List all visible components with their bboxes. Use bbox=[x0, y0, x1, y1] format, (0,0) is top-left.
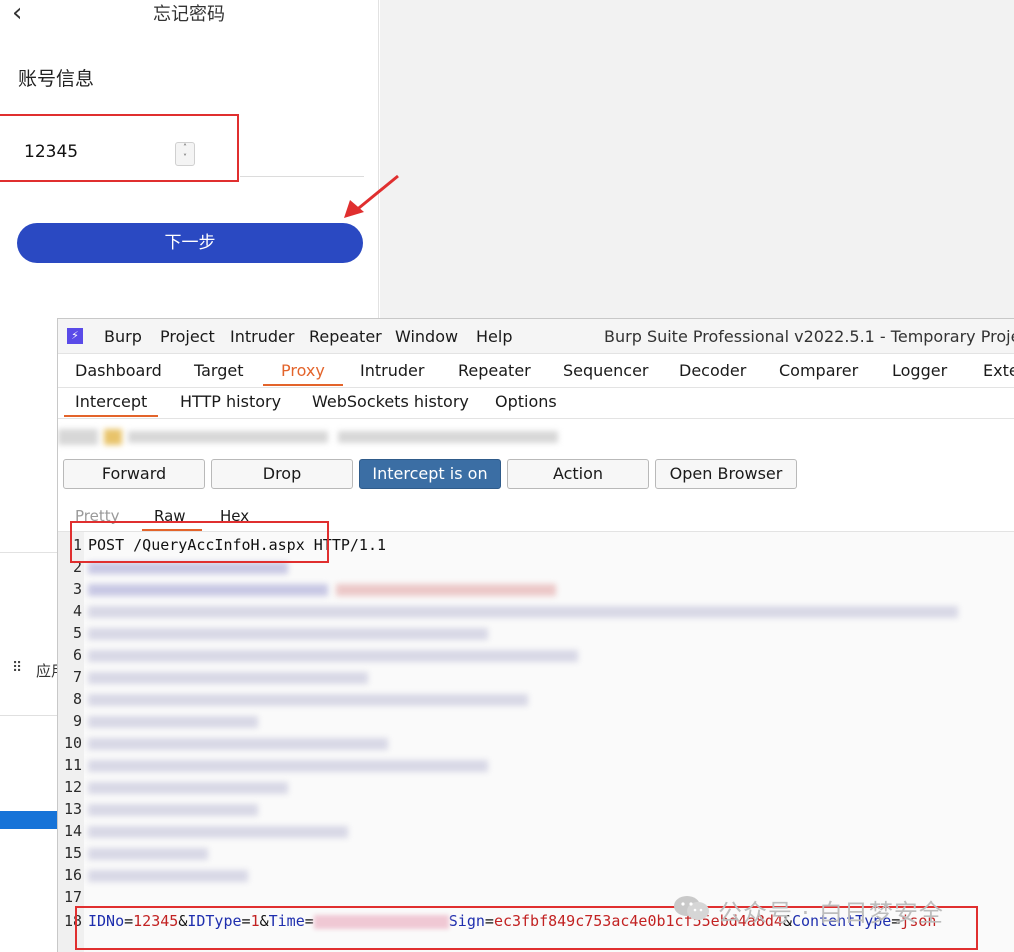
account-info-label: 账号信息 bbox=[18, 68, 95, 90]
selected-row bbox=[0, 811, 57, 829]
tab-target[interactable]: Target bbox=[194, 361, 244, 380]
menu-bar: ⚡ Burp Project Intruder Repeater Window … bbox=[58, 319, 1014, 354]
tab-websockets-history[interactable]: WebSockets history bbox=[312, 392, 469, 411]
annotation-arrow bbox=[344, 174, 399, 218]
intercept-actions: Forward Drop Intercept is on Action Open… bbox=[58, 459, 1014, 491]
menu-help[interactable]: Help bbox=[476, 327, 512, 346]
line-number: 6 bbox=[72, 646, 82, 664]
line-number: 13 bbox=[63, 800, 82, 818]
next-step-button[interactable]: 下一步 bbox=[17, 223, 363, 263]
menu-window[interactable]: Window bbox=[395, 327, 458, 346]
divider bbox=[0, 715, 57, 716]
tab-intruder[interactable]: Intruder bbox=[360, 361, 424, 380]
page-title: 忘记密码 bbox=[153, 4, 225, 25]
menu-repeater[interactable]: Repeater bbox=[309, 327, 382, 346]
line-number: 4 bbox=[72, 602, 82, 620]
apps-grid-icon: ⠿ bbox=[12, 660, 23, 676]
input-highlight-box bbox=[0, 114, 239, 182]
tab-comparer[interactable]: Comparer bbox=[779, 361, 858, 380]
window-title: Burp Suite Professional v2022.5.1 - Temp… bbox=[604, 327, 1014, 346]
line-number: 8 bbox=[72, 690, 82, 708]
line-number: 11 bbox=[63, 756, 82, 774]
tab-repeater[interactable]: Repeater bbox=[458, 361, 531, 380]
blurred-request-info bbox=[58, 427, 1014, 449]
menu-intruder[interactable]: Intruder bbox=[230, 327, 294, 346]
desktop-background bbox=[380, 0, 1014, 320]
line-number: 3 bbox=[72, 580, 82, 598]
line-number: 12 bbox=[63, 778, 82, 796]
action-button[interactable]: Action bbox=[507, 459, 649, 489]
proxy-sub-tabs: Intercept HTTP history WebSockets histor… bbox=[58, 388, 1014, 419]
intercept-toggle-button[interactable]: Intercept is on bbox=[359, 459, 501, 489]
line-number: 17 bbox=[63, 888, 82, 906]
active-tab-indicator bbox=[263, 384, 343, 386]
tab-proxy[interactable]: Proxy bbox=[281, 361, 325, 380]
tab-sequencer[interactable]: Sequencer bbox=[563, 361, 649, 380]
burp-logo-icon: ⚡ bbox=[67, 328, 83, 344]
tab-options[interactable]: Options bbox=[495, 392, 557, 411]
forward-button[interactable]: Forward bbox=[63, 459, 205, 489]
tab-decoder[interactable]: Decoder bbox=[679, 361, 746, 380]
request-editor[interactable]: 1 2 3 4 5 6 7 8 9 10 11 12 13 14 15 16 1… bbox=[58, 532, 1014, 952]
drop-button[interactable]: Drop bbox=[211, 459, 353, 489]
tab-http-history[interactable]: HTTP history bbox=[180, 392, 281, 411]
wechat-icon bbox=[674, 896, 709, 920]
line-number-gutter: 1 2 3 4 5 6 7 8 9 10 11 12 13 14 15 16 1… bbox=[58, 532, 84, 952]
tab-logger[interactable]: Logger bbox=[892, 361, 947, 380]
burp-window: ⚡ Burp Project Intruder Repeater Window … bbox=[57, 318, 1014, 952]
line-number: 9 bbox=[72, 712, 82, 730]
request-line-highlight-box bbox=[70, 521, 329, 563]
line-number: 10 bbox=[63, 734, 82, 752]
line-number: 5 bbox=[72, 624, 82, 642]
menu-project[interactable]: Project bbox=[160, 327, 215, 346]
main-tabs: Dashboard Target Proxy Intruder Repeater… bbox=[58, 354, 1014, 388]
line-number: 15 bbox=[63, 844, 82, 862]
watermark: 公众号 · 白日梦安全 bbox=[718, 899, 944, 927]
menu-burp[interactable]: Burp bbox=[104, 327, 142, 346]
tab-intercept[interactable]: Intercept bbox=[75, 392, 147, 411]
active-subtab-indicator bbox=[64, 415, 158, 417]
open-browser-button[interactable]: Open Browser bbox=[655, 459, 797, 489]
tab-extender[interactable]: Exte bbox=[983, 361, 1014, 380]
line-number: 7 bbox=[72, 668, 82, 686]
line-number: 16 bbox=[63, 866, 82, 884]
tab-dashboard[interactable]: Dashboard bbox=[75, 361, 162, 380]
line-number: 14 bbox=[63, 822, 82, 840]
